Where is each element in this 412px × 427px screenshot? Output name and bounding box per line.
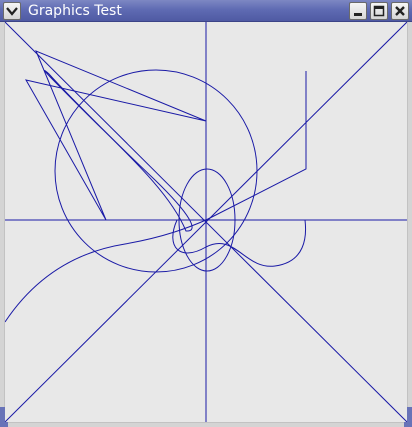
- minimize-icon: [354, 13, 362, 16]
- maximize-button[interactable]: [370, 2, 388, 20]
- window-frame-right[interactable]: [407, 22, 412, 423]
- close-icon: [395, 6, 405, 16]
- loop-curve: [172, 219, 306, 267]
- window-frame-bottom[interactable]: [0, 422, 412, 427]
- minimize-button[interactable]: [349, 2, 367, 20]
- window-menu-button[interactable]: [3, 2, 21, 20]
- app-window: Graphics Test: [0, 0, 412, 427]
- graphics-canvas[interactable]: [4, 21, 408, 423]
- maximize-icon: [373, 5, 385, 17]
- chevron-down-icon: [6, 7, 18, 16]
- drawing-surface: [4, 21, 408, 423]
- s-curve: [4, 219, 207, 323]
- window-title: Graphics Test: [28, 3, 122, 19]
- close-button[interactable]: [391, 2, 409, 20]
- title-bar[interactable]: Graphics Test: [0, 0, 412, 22]
